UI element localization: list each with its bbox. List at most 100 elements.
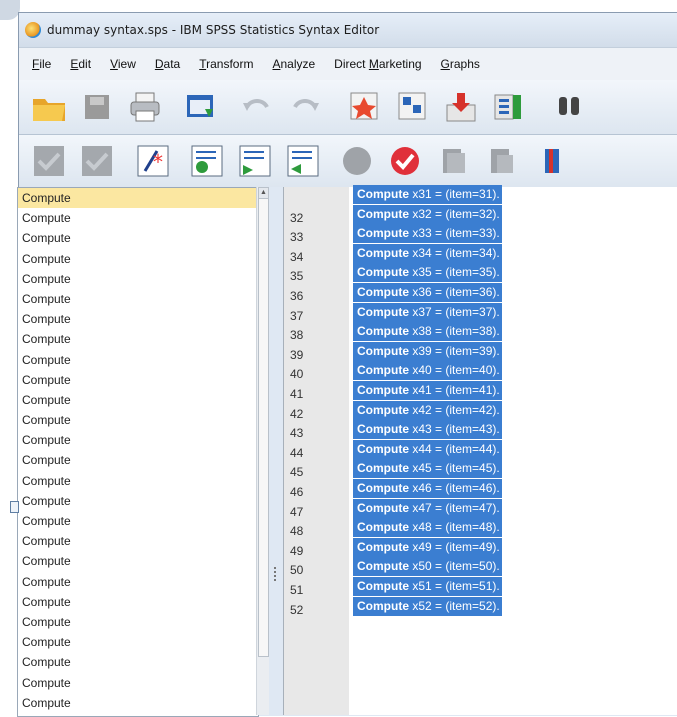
undo-icon[interactable] [239,89,275,125]
outline-item[interactable]: Compute [18,511,258,531]
code-line[interactable]: Compute x46 = (item=46). [353,479,502,498]
code-line[interactable]: Compute x51 = (item=51). [353,577,502,596]
outline-item[interactable]: Compute [18,249,258,269]
scroll-up-icon[interactable]: ▲ [258,187,269,199]
stop-icon[interactable] [339,143,375,179]
code-line[interactable]: Compute x34 = (item=34). [353,243,502,263]
outline-item[interactable]: Compute [18,673,258,693]
bookmark-icon[interactable] [435,143,471,179]
menu-file[interactable]: File [32,57,51,71]
syntax-expression: x36 = (item=36). [409,285,500,299]
save-icon[interactable] [79,89,115,125]
menu-bar: File Edit View Data Transform Analyze Direct M… [19,47,677,81]
menu-direct-marketing[interactable]: Direct Marketing [334,57,421,71]
code-line[interactable]: Compute x42 = (item=42). [353,400,502,420]
code-line[interactable]: Compute x32 = (item=32). [353,204,502,224]
outline-item[interactable]: Compute [18,228,258,248]
code-line[interactable]: Compute x37 = (item=37). [353,302,502,322]
check-icon[interactable] [79,143,115,179]
code-line[interactable]: Compute x43 = (item=43). [353,420,502,440]
outline-item[interactable]: Compute [18,632,258,652]
outline-item[interactable]: Compute [18,269,258,289]
outline-item[interactable]: Compute [18,652,258,672]
syntax-outline-pane[interactable]: Compute Compute Compute Compute Compute Compu… [17,187,259,717]
outline-item[interactable]: Compute [18,430,258,450]
check-icon[interactable] [31,143,67,179]
code-line[interactable]: Compute x33 = (item=33). [353,224,502,244]
bookmark-next-icon[interactable] [483,143,519,179]
code-line[interactable]: Compute x41 = (item=41). [353,381,502,400]
validate-icon[interactable] [387,143,423,179]
outline-item[interactable]: Compute [18,309,258,329]
code-line[interactable]: Compute x47 = (item=47). [353,498,502,518]
menu-view[interactable]: View [110,57,136,71]
outline-item[interactable]: Compute [18,370,258,390]
outline-item[interactable]: Compute [18,410,258,430]
outline-item[interactable]: Compute [18,491,258,511]
outline-item[interactable]: Compute [18,693,258,713]
menu-edit[interactable]: Edit [70,57,91,71]
find-icon[interactable] [551,89,587,125]
line-number: 37 [290,308,304,323]
code-line[interactable]: Compute x35 = (item=35). [353,263,502,283]
syntax-expression: x43 = (item=43). [409,422,500,437]
syntax-code-area[interactable]: Compute x31 = (item=31). Compute x32 = (i… [349,185,677,715]
variables-icon[interactable] [443,89,479,125]
syntax-expression: x52 = (item=52). [409,598,500,613]
line-number: 50 [290,563,304,578]
outline-scrollbar[interactable]: ▲ [256,187,270,715]
code-line[interactable]: Compute x38 = (item=38). [353,322,502,342]
outline-scrollbar-thumb[interactable] [258,187,269,657]
goto-case-icon[interactable] [347,89,383,125]
code-line[interactable]: Compute x49 = (item=49). [353,537,502,557]
code-line[interactable]: Compute x45 = (item=45). [353,459,502,479]
line-number-gutter: 32 33 34 35 36 37 38 39 40 41 42 43 44 45 46 47 48 49 50 51… [283,187,350,715]
code-line[interactable]: Compute x44 = (item=44). [353,439,502,459]
syntax-expression: x48 = (item=48). [409,520,500,535]
outline-item[interactable]: Compute [18,390,258,410]
menu-label-part: nalyze [280,57,316,71]
outline-item[interactable]: Compute [18,450,258,470]
run-icon[interactable] [189,143,225,179]
outline-item[interactable]: Compute [18,471,258,491]
code-line[interactable]: Compute x31 = (item=31). [353,185,502,204]
line-number: 43 [290,426,304,441]
title-bar[interactable]: dummay syntax.sps - IBM SPSS Statistics … [19,13,677,47]
outline-item[interactable]: Compute [18,289,258,309]
outline-item[interactable]: Compute [18,572,258,592]
outline-item[interactable]: Compute [18,551,258,571]
code-line[interactable]: Compute x39 = (item=39). [353,341,502,361]
run-descriptives-icon[interactable] [491,89,527,125]
print-icon[interactable] [127,89,163,125]
code-line[interactable]: Compute x48 = (item=48). [353,518,502,538]
code-line[interactable]: Compute x36 = (item=36). [353,283,502,302]
run-selection-icon[interactable] [285,143,321,179]
menu-data[interactable]: Data [155,57,180,71]
spss-app-icon [25,22,41,38]
menu-transform[interactable]: Transform [199,57,253,71]
run-to-end-icon[interactable] [237,143,273,179]
outline-item[interactable]: Compute [18,612,258,632]
line-number: 46 [290,485,304,499]
pane-splitter[interactable] [269,187,283,715]
menu-analyze[interactable]: Analyze [272,57,315,71]
outline-item[interactable]: Compute [18,350,258,370]
code-line[interactable]: Compute x40 = (item=40). [353,361,502,381]
outline-item[interactable]: Compute [18,592,258,612]
code-line[interactable]: Compute x52 = (item=52). [353,596,502,616]
recall-dialog-icon[interactable] [183,89,219,125]
goto-variable-icon[interactable] [395,89,431,125]
outline-item[interactable]: Compute [18,329,258,349]
comment-icon[interactable]: * [135,143,171,179]
open-folder-icon[interactable] [31,89,67,125]
outline-item[interactable]: Compute [18,208,258,228]
splitter-grip-icon[interactable] [274,567,276,583]
redo-icon[interactable] [287,89,323,125]
outline-item[interactable]: Compute [18,531,258,551]
line-number: 40 [290,367,304,382]
bookmark-previous-icon[interactable] [531,143,567,179]
menu-graphs[interactable]: Graphs [441,57,480,71]
outline-item[interactable]: Compute [18,188,258,209]
resize-handle-icon[interactable] [10,501,19,513]
code-line[interactable]: Compute x50 = (item=50). [353,557,502,577]
